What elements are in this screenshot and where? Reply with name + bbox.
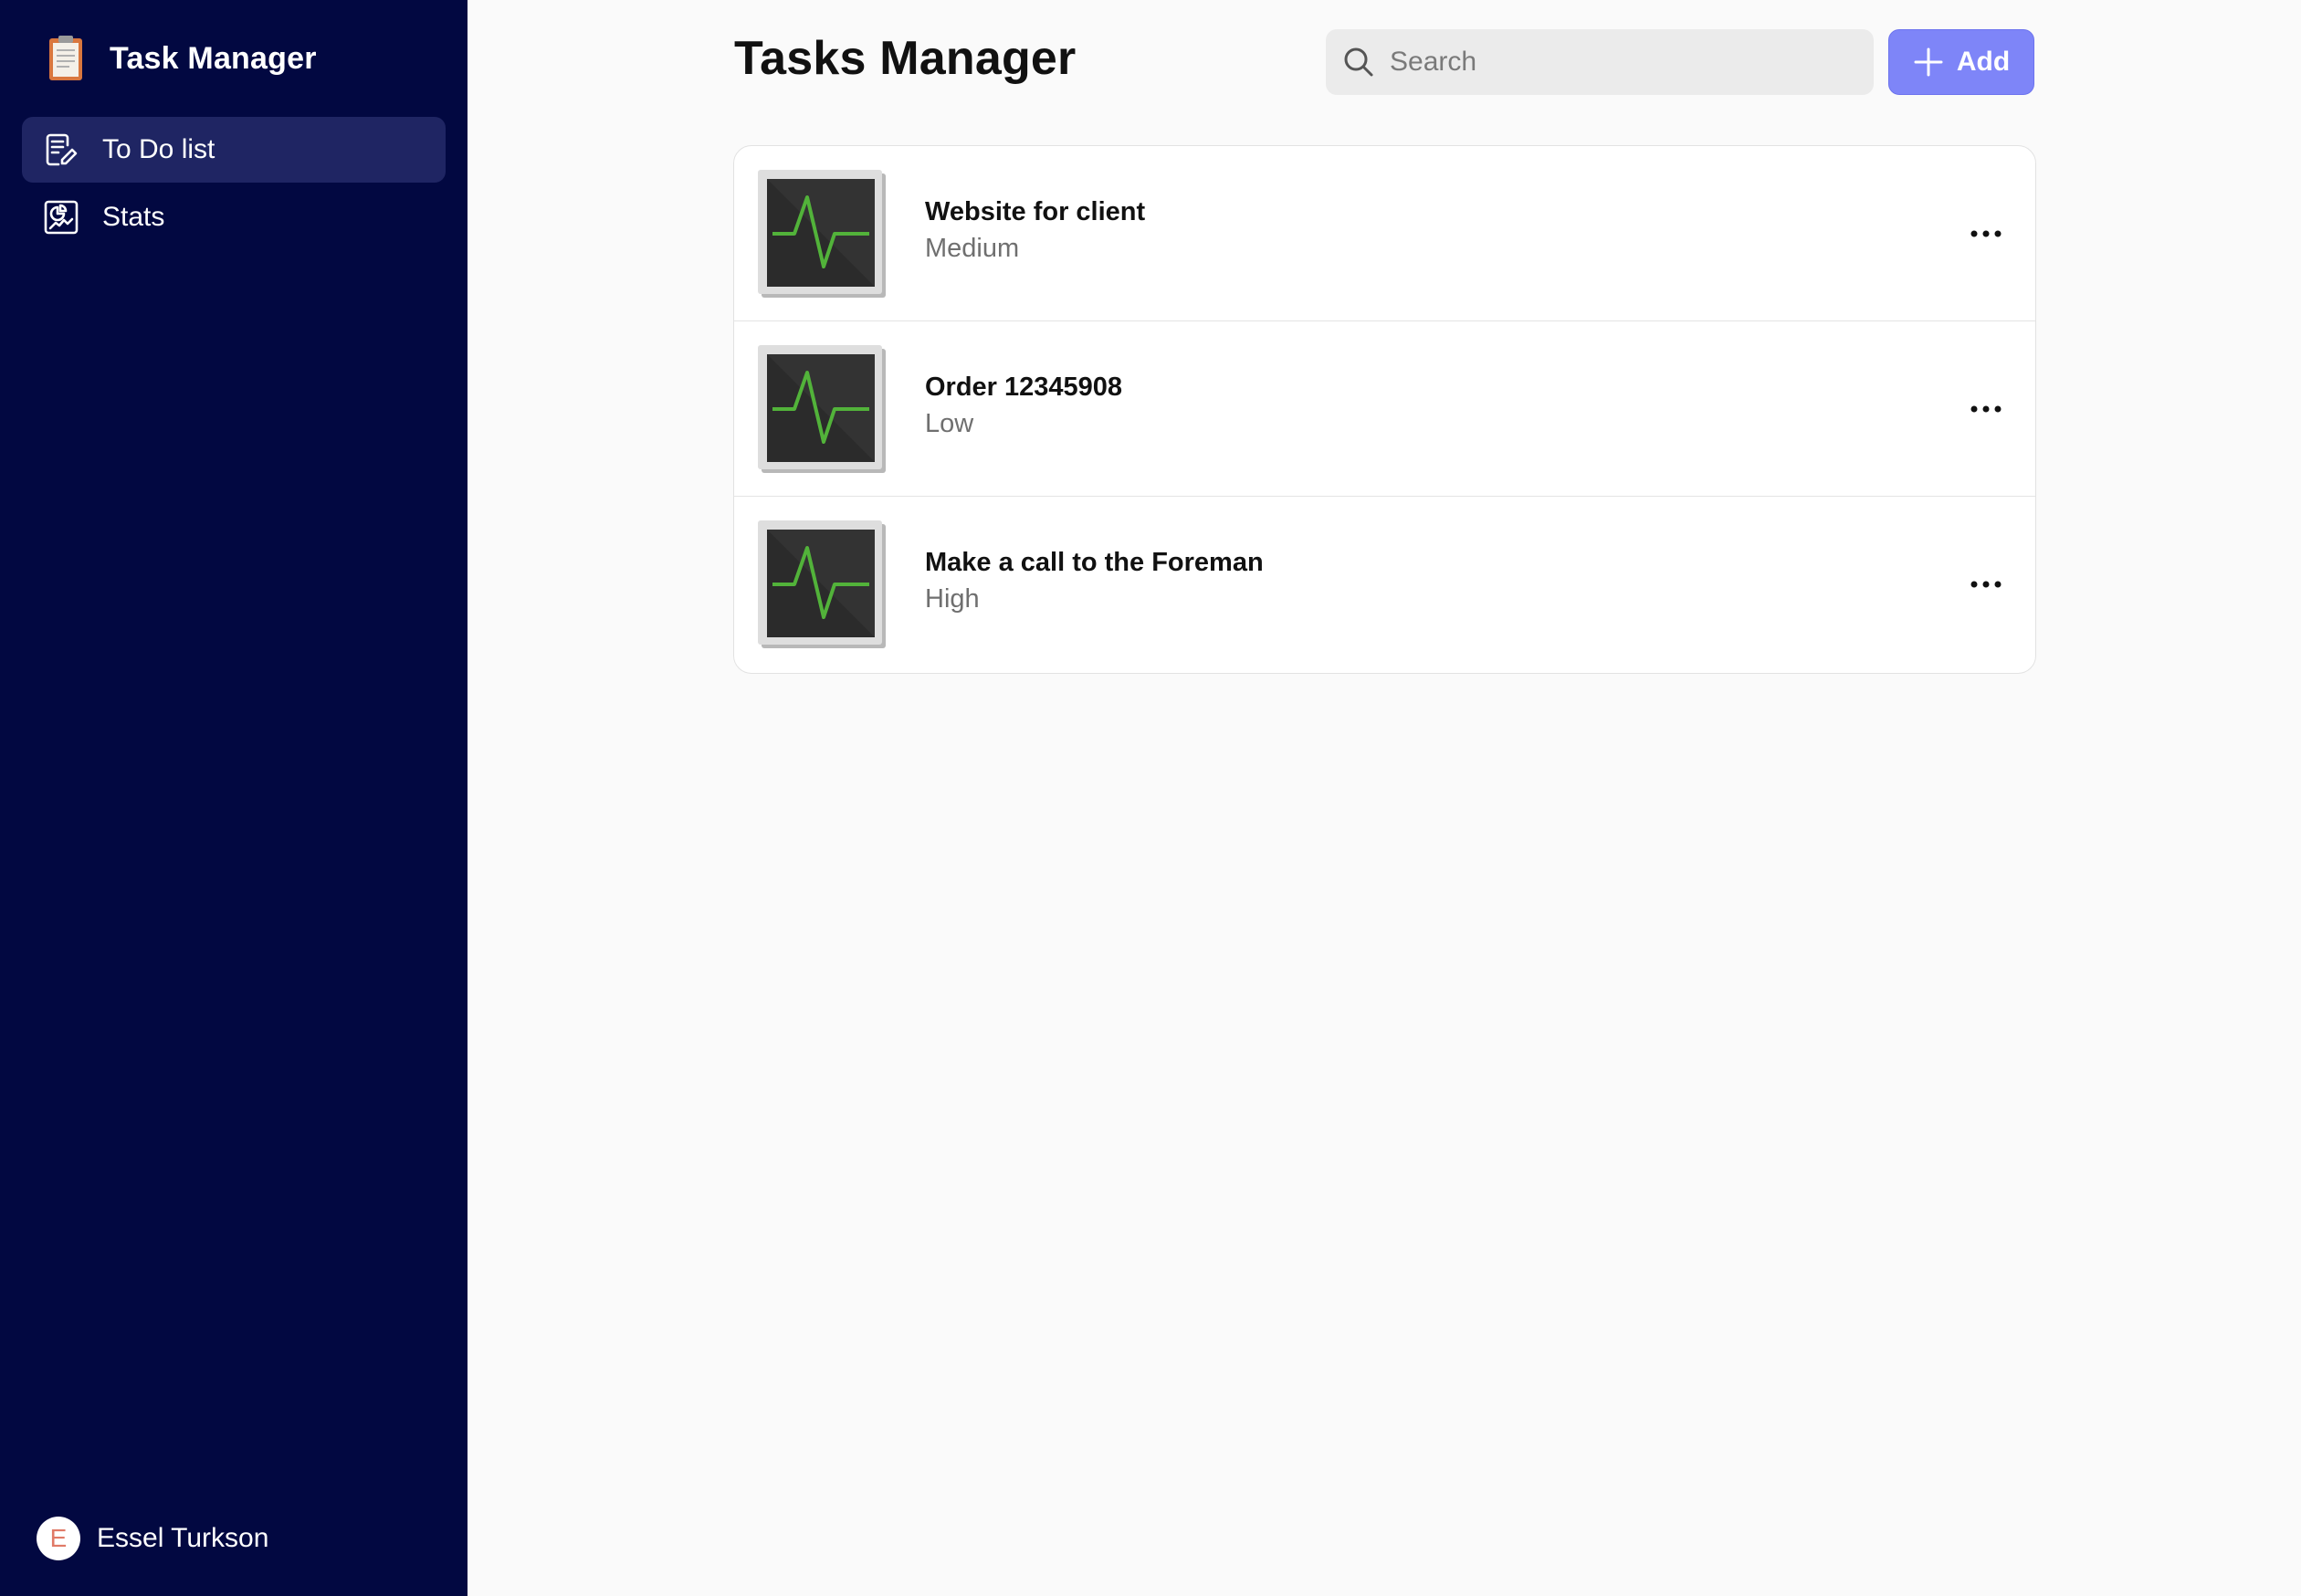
sidebar-item-stats[interactable]: Stats: [22, 184, 446, 250]
task-priority: Low: [925, 409, 974, 438]
plus-icon: [1914, 47, 1943, 77]
more-horizontal-icon: [1970, 581, 2002, 588]
sidebar-item-to-do-list[interactable]: To Do list: [22, 117, 446, 183]
task-priority: High: [925, 584, 980, 614]
task-row[interactable]: Website for client Medium: [734, 146, 2035, 321]
task-row[interactable]: Make a call to the Foreman High: [734, 497, 2035, 673]
sidebar-item-label: To Do list: [102, 134, 215, 164]
add-label: Add: [1956, 47, 2011, 77]
user-profile[interactable]: E Essel Turkson: [37, 1516, 268, 1561]
add-task-button[interactable]: Add: [1888, 29, 2034, 95]
page-title: Tasks Manager: [734, 32, 1077, 85]
user-name: Essel Turkson: [97, 1523, 269, 1553]
task-row[interactable]: Order 12345908 Low: [734, 321, 2035, 497]
search-icon: [1344, 47, 1373, 77]
task-title: Order 12345908: [925, 373, 1123, 402]
activity-monitor-icon: [758, 520, 886, 648]
task-menu-button[interactable]: [1964, 564, 2008, 604]
task-menu-button[interactable]: [1964, 389, 2008, 429]
task-menu-button[interactable]: [1964, 214, 2008, 254]
avatar: E: [37, 1517, 80, 1560]
brand: Task Manager: [44, 33, 317, 84]
task-priority: Medium: [925, 234, 1020, 263]
activity-monitor-icon: [758, 345, 886, 473]
activity-monitor-icon: [758, 170, 886, 298]
more-horizontal-icon: [1970, 230, 2002, 237]
clipboard-icon: [49, 36, 82, 80]
search-box[interactable]: [1326, 29, 1874, 95]
app-title: Task Manager: [110, 40, 317, 76]
task-list: Website for client Medium Order 12345908…: [733, 145, 2036, 674]
stats-chart-icon: [44, 200, 79, 235]
search-input[interactable]: [1390, 47, 1846, 78]
edit-list-icon: [46, 133, 78, 166]
sidebar: Task Manager To Do list Stats E Essel Tu…: [0, 0, 468, 1596]
sidebar-item-label: Stats: [102, 202, 165, 232]
task-title: Website for client: [925, 197, 1146, 226]
task-title: Make a call to the Foreman: [925, 548, 1264, 577]
more-horizontal-icon: [1970, 405, 2002, 413]
